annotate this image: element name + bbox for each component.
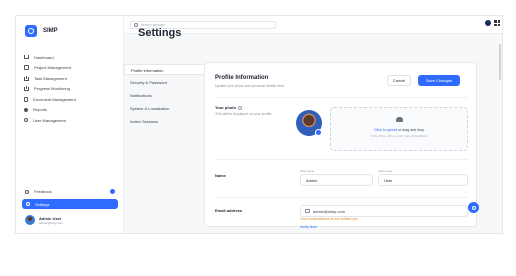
sidebar-item-label: Reports (33, 107, 48, 112)
document-icon (24, 96, 28, 102)
email-value: admin@simp.com (313, 208, 346, 214)
email-warning: Your email address is not verified yet. (300, 217, 359, 221)
sidebar-footer: Feedback Settings Admin User admin@simp.… (22, 186, 118, 225)
divider (215, 197, 468, 198)
first-name-label: First name (300, 169, 315, 173)
sidebar-item-user-management[interactable]: User Management (24, 115, 76, 125)
feedback-button[interactable]: Feedback (22, 186, 118, 197)
last-name-label: Last name (378, 169, 393, 173)
report-icon (24, 107, 28, 112)
sidebar-item-project-management[interactable]: Project Management (24, 63, 76, 73)
help-chat-button[interactable] (468, 202, 479, 213)
feedback-label: Feedback (34, 189, 52, 194)
page-scrollbar[interactable] (499, 44, 501, 80)
logo-icon (25, 25, 37, 37)
last-name-field[interactable] (378, 174, 468, 186)
mail-icon (305, 209, 310, 213)
sidebar-item-label: Dashboard (34, 54, 54, 60)
tab-active-sessions[interactable]: Active Sessions (124, 116, 212, 127)
sidebar-nav: Dashboard Project Management Task Manage… (24, 52, 76, 126)
sidebar-item-document-management[interactable]: Document Management (24, 94, 76, 104)
name-label: Name (215, 173, 226, 178)
tasks-icon (24, 76, 29, 81)
tab-profile-information[interactable]: Profile Information (124, 64, 212, 75)
apps-grid-icon[interactable] (494, 20, 500, 26)
cloud-upload-icon (395, 117, 403, 122)
photo-label-row: Your photo (215, 105, 243, 110)
sidebar: SIMP Dashboard Project Management Task M… (16, 16, 124, 233)
gear-icon (26, 202, 30, 206)
search-icon (134, 23, 138, 27)
sidebar-item-dashboard[interactable]: Dashboard (24, 52, 76, 62)
card-header: Profile Information Update your photo an… (215, 75, 285, 88)
home-icon (24, 55, 29, 59)
card-subtitle: Update your photo and personal details h… (215, 84, 286, 88)
tab-security-password[interactable]: Security & Password (124, 77, 212, 88)
chart-icon (24, 86, 29, 91)
settings-subnav: Profile Information Security & Password … (124, 64, 212, 129)
card-title: Profile Information (215, 75, 269, 81)
lightbulb-icon (25, 189, 29, 194)
language-flag-icon[interactable] (485, 20, 491, 26)
sidebar-item-label: Task Management (34, 75, 67, 81)
topbar-actions (485, 20, 500, 26)
feedback-badge (110, 189, 115, 194)
upload-link[interactable]: Click to upload (374, 128, 397, 132)
info-icon[interactable] (238, 105, 243, 110)
upload-hint: SVG, PNG, JPG or GIF (max. 800x400px) (370, 134, 428, 138)
upload-text: Click to upload or drag and drop (374, 128, 424, 132)
sidebar-item-label: Project Management (34, 65, 71, 70)
photo-description: This will be displayed on your profile. (215, 112, 273, 116)
verify-now-link[interactable]: Verify Now (300, 225, 317, 229)
logo[interactable]: SIMP (25, 25, 58, 37)
sidebar-item-label: User Management (33, 117, 66, 123)
chat-icon (471, 205, 476, 210)
user-email: admin@simp.com (39, 220, 64, 225)
sidebar-item-task-management[interactable]: Task Management (24, 73, 76, 83)
cancel-button[interactable]: Cancel (387, 75, 411, 86)
sidebar-item-label: Document Management (33, 96, 76, 102)
email-label: Email address (215, 208, 243, 213)
avatar (25, 215, 35, 225)
folder-icon (24, 65, 29, 70)
tab-system-localization[interactable]: System & Localization (124, 103, 212, 114)
divider (215, 97, 468, 98)
first-name-field[interactable] (300, 174, 373, 186)
save-changes-button[interactable]: Save Changes (418, 75, 460, 86)
app-name: SIMP (43, 28, 58, 34)
email-field[interactable]: admin@simp.com (300, 205, 468, 217)
profile-information-card: Profile Information Update your photo an… (204, 62, 477, 229)
user-profile-card[interactable]: Admin User admin@simp.com (22, 215, 118, 225)
users-icon (24, 118, 28, 122)
edit-photo-badge-icon[interactable] (315, 129, 322, 136)
sidebar-item-label: Progress Monitoring (34, 86, 70, 91)
sidebar-item-reports[interactable]: Reports (24, 105, 76, 115)
sidebar-item-progress-monitoring[interactable]: Progress Monitoring (24, 84, 76, 94)
sidebar-item-settings[interactable]: Settings (22, 199, 118, 209)
divider (215, 159, 468, 160)
tab-notifications[interactable]: Notifications (124, 90, 212, 101)
photo-label: Your photo (215, 105, 237, 110)
photo-upload-dropzone[interactable]: Click to upload or drag and drop SVG, PN… (330, 107, 468, 151)
page-title: Settings (138, 27, 182, 39)
sidebar-item-label: Settings (35, 201, 50, 207)
user-name: Admin User (39, 215, 62, 221)
